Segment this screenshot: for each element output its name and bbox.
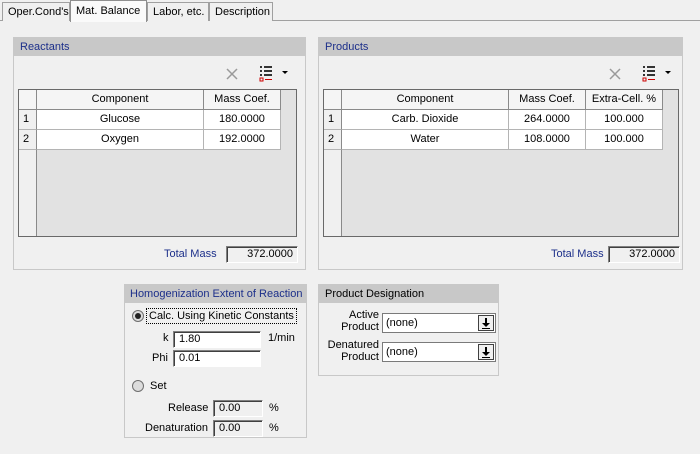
row-number[interactable]: 1: [19, 110, 37, 130]
cell-extra-cell[interactable]: 100.000: [586, 130, 663, 150]
tab-description[interactable]: Description: [209, 2, 273, 21]
set-radio[interactable]: [132, 380, 144, 392]
column-header-mass-coef[interactable]: Mass Coef.: [204, 90, 281, 110]
products-grid[interactable]: Component Mass Coef. Extra-Cell. % 1 Car…: [323, 89, 679, 237]
product-designation-title: Product Designation: [319, 285, 498, 303]
row-header-column: [19, 150, 37, 236]
reactants-panel: Reactants Component Mass Coef. 1 Glucose…: [13, 37, 306, 270]
grid-corner: [19, 90, 37, 110]
active-product-label: Active Product: [333, 309, 379, 333]
down-arrow-icon: [482, 318, 490, 329]
calc-kinetic-radio[interactable]: [132, 310, 144, 322]
cell-mass-coef[interactable]: 108.0000: [509, 130, 586, 150]
phi-label: Phi: [152, 352, 168, 364]
cell-component[interactable]: Water: [342, 130, 509, 150]
tab-mat-balance[interactable]: Mat. Balance: [70, 0, 147, 22]
active-product-value: (none): [386, 317, 418, 329]
set-label[interactable]: Set: [150, 380, 167, 392]
reactants-total-mass-label: Total Mass: [164, 248, 217, 260]
reactants-total-mass-value: 372.0000: [226, 246, 298, 263]
cell-component[interactable]: Glucose: [37, 110, 204, 130]
product-designation-panel: Product Designation Active Product (none…: [318, 284, 499, 376]
release-input[interactable]: 0.00: [213, 400, 263, 417]
denaturation-label: Denaturation: [145, 422, 208, 434]
row-number[interactable]: 2: [324, 130, 342, 150]
active-label-line1: Active: [349, 309, 379, 321]
denatured-product-label: Denatured Product: [327, 339, 379, 363]
calc-kinetic-label[interactable]: Calc. Using Kinetic Constants: [146, 308, 297, 324]
products-total-mass-label: Total Mass: [551, 248, 604, 260]
row-number[interactable]: 2: [19, 130, 37, 150]
row-number[interactable]: 1: [324, 110, 342, 130]
k-unit: 1/min: [268, 332, 295, 344]
cell-mass-coef[interactable]: 264.0000: [509, 110, 586, 130]
homogenization-title: Homogenization Extent of Reaction: [125, 285, 306, 303]
denatured-product-dropdown-button[interactable]: [478, 344, 494, 360]
cell-component[interactable]: Carb. Dioxide: [342, 110, 509, 130]
column-header-component[interactable]: Component: [342, 90, 509, 110]
cell-component[interactable]: Oxygen: [37, 130, 204, 150]
denatured-product-value: (none): [386, 346, 418, 358]
release-label: Release: [168, 402, 209, 414]
denatured-label-line1: Denatured: [327, 339, 379, 351]
column-header-extra-cell[interactable]: Extra-Cell. %: [586, 90, 663, 110]
k-input[interactable]: 1.80: [173, 331, 261, 348]
cell-mass-coef[interactable]: 180.0000: [204, 110, 281, 130]
active-product-select[interactable]: (none): [382, 313, 496, 333]
products-title: Products: [319, 38, 682, 56]
active-product-dropdown-button[interactable]: [478, 315, 494, 331]
homogenization-panel: Homogenization Extent of Reaction Calc. …: [124, 284, 307, 438]
tab-labor-etc[interactable]: Labor, etc.: [147, 2, 209, 21]
delete-x-icon[interactable]: [225, 67, 239, 81]
grid-corner: [324, 90, 342, 110]
reactants-title: Reactants: [14, 38, 305, 56]
denaturation-input[interactable]: 0.00: [213, 420, 263, 437]
products-panel: Products Component Mass Coef. Extra-Cell…: [318, 37, 683, 270]
cell-extra-cell[interactable]: 100.000: [586, 110, 663, 130]
active-label-line2: Product: [341, 321, 379, 333]
tab-oper-conds[interactable]: Oper.Cond's: [2, 2, 70, 21]
release-percent: %: [269, 402, 279, 414]
denatured-label-line2: Product: [341, 351, 379, 363]
list-options-icon[interactable]: [641, 64, 675, 82]
products-total-mass-value: 372.0000: [608, 246, 680, 263]
phi-input[interactable]: 0.01: [173, 350, 261, 367]
reactants-grid[interactable]: Component Mass Coef. 1 Glucose 180.0000 …: [18, 89, 297, 237]
denatured-product-select[interactable]: (none): [382, 342, 496, 362]
down-arrow-icon: [482, 347, 490, 358]
k-label: k: [163, 332, 169, 344]
list-options-icon[interactable]: [258, 64, 292, 82]
column-header-component[interactable]: Component: [37, 90, 204, 110]
delete-x-icon[interactable]: [608, 67, 622, 81]
denaturation-percent: %: [269, 422, 279, 434]
column-header-mass-coef[interactable]: Mass Coef.: [509, 90, 586, 110]
row-header-column: [324, 150, 342, 236]
cell-mass-coef[interactable]: 192.0000: [204, 130, 281, 150]
